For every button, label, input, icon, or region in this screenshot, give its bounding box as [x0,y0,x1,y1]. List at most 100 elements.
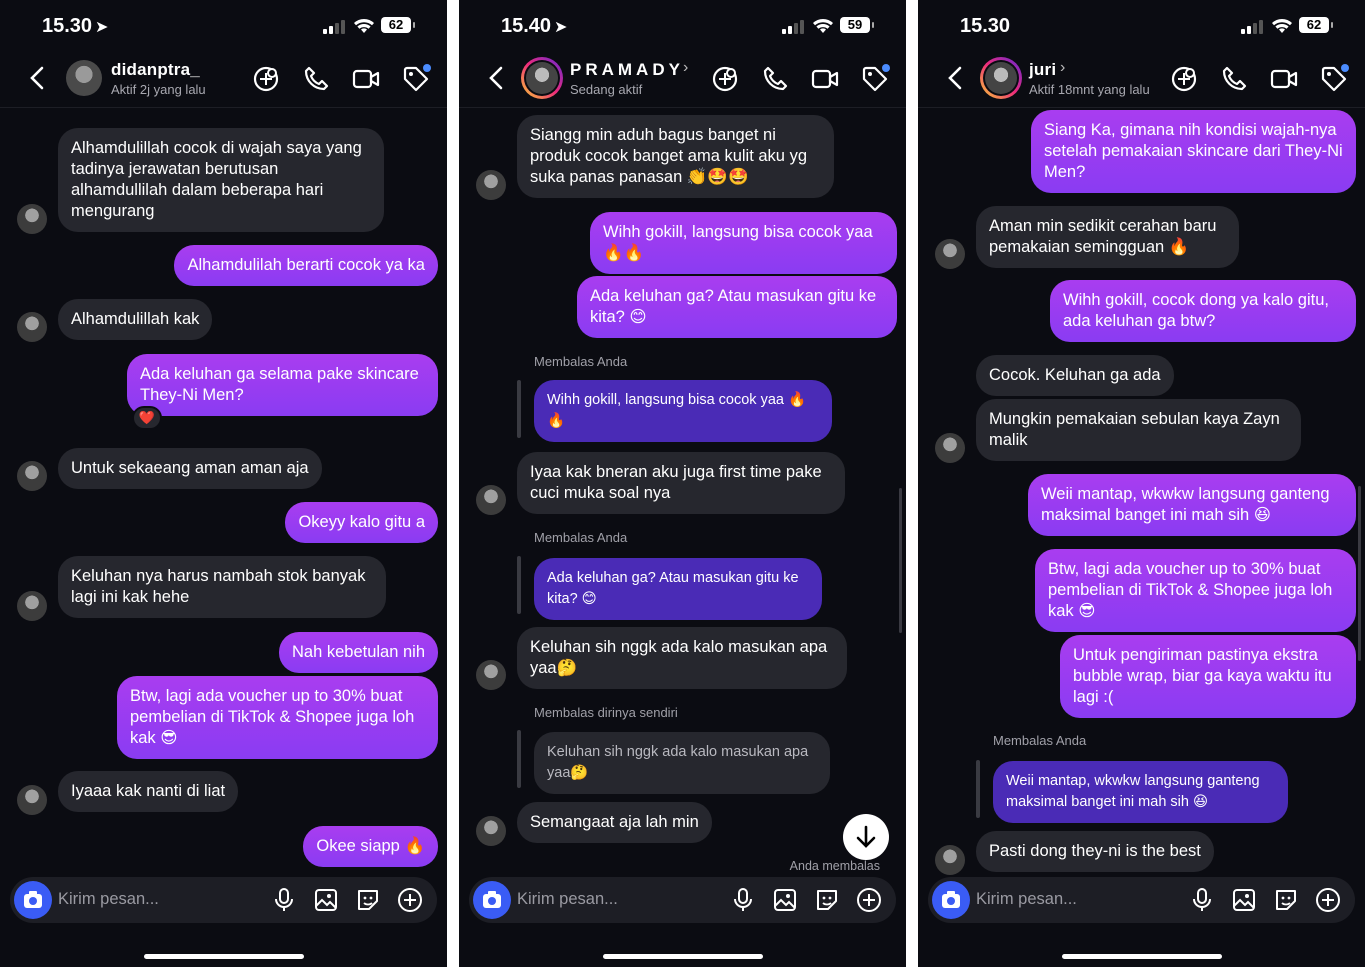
message-incoming[interactable]: Alhamdulillah kak [58,299,213,340]
message-outgoing[interactable]: Okee siapp 🔥 [303,826,438,867]
back-arrow-icon[interactable] [485,64,507,92]
scrollbar[interactable] [1358,486,1361,661]
message-outgoing[interactable]: Ada keluhan ga selama pake skincare They… [127,354,438,416]
message-outgoing[interactable]: Ada keluhan ga? Atau masukan gitu ke kit… [577,276,897,338]
microphone-icon[interactable] [1189,887,1215,913]
message-composer[interactable]: Kirim pesan... [10,877,437,923]
video-call-icon[interactable] [351,64,381,94]
message-list[interactable]: Siang Ka, gimana nih kondisi wajah-nya s… [918,108,1365,887]
gallery-icon[interactable] [1231,887,1257,913]
phone-icon[interactable] [1219,64,1249,94]
chat-screen-3: 15.30 62 juri › Aktif 18mnt yang lalu Si… [918,0,1365,967]
reply-label: Membalas Anda [534,530,628,545]
message-incoming[interactable]: Mungkin pemakaian sebulan kaya Zayn mali… [976,399,1301,461]
battery-icon: 62 [1299,17,1333,33]
sticker-icon[interactable] [355,887,381,913]
message-list[interactable]: Siangg min aduh bagus banget ni produk c… [459,108,906,887]
sticker-icon[interactable] [1273,887,1299,913]
contact-name[interactable]: didanptra_ [111,60,200,80]
scrollbar[interactable] [899,488,902,633]
signal-icon [782,20,806,34]
back-arrow-icon[interactable] [944,64,966,92]
message-incoming[interactable]: Keluhan nya harus nambah stok banyak lag… [58,556,386,618]
video-call-icon[interactable] [1269,64,1299,94]
sender-avatar [17,591,47,621]
contact-avatar[interactable] [66,60,102,96]
reply-label: Membalas dirinya sendiri [534,705,678,720]
microphone-icon[interactable] [271,887,297,913]
contact-name[interactable]: juri [1029,60,1056,80]
scroll-to-bottom-button[interactable] [843,814,889,860]
message-outgoing[interactable]: Untuk pengiriman pastinya ekstra bubble … [1060,635,1356,718]
message-incoming[interactable]: Semangaat aja lah min [517,802,712,843]
heart-reaction-icon[interactable]: ❤️ [132,406,162,430]
chat-header: juri › Aktif 18mnt yang lalu [918,50,1365,108]
reply-quote[interactable]: Weii mantap, wkwkw langsung ganteng maks… [993,761,1288,823]
gallery-icon[interactable] [772,887,798,913]
back-arrow-icon[interactable] [26,64,48,92]
phone-icon[interactable] [760,64,790,94]
sender-avatar [17,204,47,234]
message-outgoing[interactable]: Btw, lagi ada voucher up to 30% buat pem… [117,676,438,759]
chat-header: PRAMADY › Sedang aktif [459,50,906,108]
sender-avatar [17,312,47,342]
camera-button[interactable] [473,881,511,919]
contact-avatar[interactable] [980,57,1022,99]
message-outgoing[interactable]: Siang Ka, gimana nih kondisi wajah-nya s… [1031,110,1356,193]
phone-icon[interactable] [301,64,331,94]
message-incoming[interactable]: Cocok. Keluhan ga ada [976,355,1174,396]
sender-avatar [17,785,47,815]
contact-name[interactable]: PRAMADY [570,60,684,80]
message-outgoing[interactable]: Weii mantap, wkwkw langsung ganteng maks… [1028,474,1356,536]
reply-quote[interactable]: Ada keluhan ga? Atau masukan gitu ke kit… [534,558,822,620]
chat-header: didanptra_ Aktif 2j yang lalu [0,50,447,108]
message-outgoing[interactable]: Wihh gokill, langsung bisa cocok yaa 🔥🔥 [590,212,897,274]
message-outgoing[interactable]: Btw, lagi ada voucher up to 30% buat pem… [1035,549,1356,632]
message-incoming[interactable]: Pasti dong they-ni is the best [976,831,1214,872]
plus-icon[interactable] [397,887,423,913]
message-outgoing[interactable]: Alhamdulilah berarti cocok ya ka [174,245,438,286]
notification-dot [882,64,890,72]
wifi-icon [354,19,374,33]
contact-avatar[interactable] [521,57,563,99]
message-composer[interactable]: Kirim pesan... [928,877,1355,923]
message-outgoing[interactable]: Wihh gokill, cocok dong ya kalo gitu, ad… [1050,280,1356,342]
message-outgoing[interactable]: Nah kebetulan nih [278,632,438,673]
message-input[interactable]: Kirim pesan... [58,890,159,909]
message-incoming[interactable]: Alhamdulillah cocok di wajah saya yang t… [58,128,384,232]
clock: 15.30 [42,15,93,37]
reply-quote[interactable]: Wihh gokill, langsung bisa cocok yaa 🔥 🔥 [534,380,832,442]
message-incoming[interactable]: Iyaaa kak nanti di liat [58,771,239,812]
reply-quote[interactable]: Keluhan sih nggk ada kalo masukan apa ya… [534,732,830,794]
plus-icon[interactable] [856,887,882,913]
chevron-right-icon[interactable]: › [1060,59,1065,77]
message-incoming[interactable]: Iyaa kak bneran aku juga first time pake… [517,452,845,514]
clock: 15.30 [960,15,1011,37]
sticker-game-icon[interactable] [1169,64,1199,94]
gallery-icon[interactable] [313,887,339,913]
chevron-right-icon[interactable]: › [683,59,688,77]
message-input[interactable]: Kirim pesan... [517,890,618,909]
message-incoming[interactable]: Siangg min aduh bagus banget ni produk c… [517,115,834,198]
plus-icon[interactable] [1315,887,1341,913]
chat-screen-1: 15.30 ➤ 62 didanptra_ Aktif 2j yang lalu… [0,0,447,967]
sticker-icon[interactable] [814,887,840,913]
message-incoming[interactable]: Untuk sekaeang aman aman aja [58,448,322,489]
message-incoming[interactable]: Aman min sedikit cerahan baru pemakaian … [976,206,1239,268]
message-input[interactable]: Kirim pesan... [976,890,1077,909]
video-call-icon[interactable] [810,64,840,94]
message-composer[interactable]: Kirim pesan... [469,877,896,923]
status-bar: 15.30 ➤ 62 [0,0,447,50]
sticker-game-icon[interactable] [710,64,740,94]
wifi-icon [1272,19,1292,33]
message-outgoing[interactable]: Okeyy kalo gitu a [285,502,438,543]
chat-screen-2: 15.40 ➤ 59 PRAMADY › Sedang aktif Siangg… [459,0,906,967]
reply-bar [517,730,521,788]
sender-avatar [476,485,506,515]
sticker-game-icon[interactable] [251,64,281,94]
message-list[interactable]: Alhamdulillah cocok di wajah saya yang t… [0,108,447,887]
message-incoming[interactable]: Keluhan sih nggk ada kalo masukan apa ya… [517,627,847,689]
camera-button[interactable] [14,881,52,919]
microphone-icon[interactable] [730,887,756,913]
camera-button[interactable] [932,881,970,919]
